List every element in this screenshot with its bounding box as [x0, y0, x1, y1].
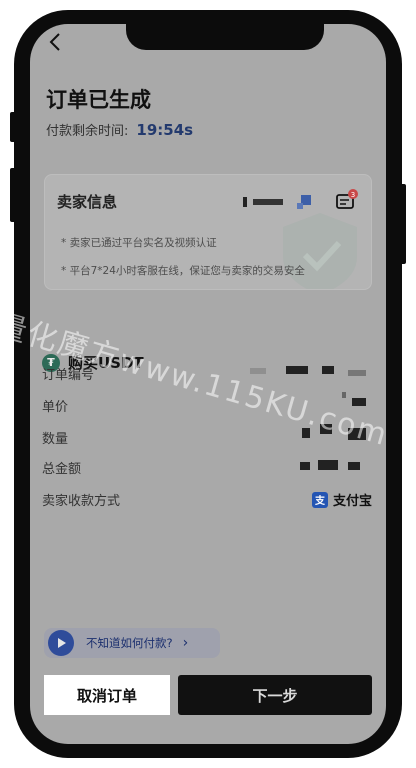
play-icon — [48, 630, 74, 656]
phone-notch — [126, 24, 324, 50]
masked-seller-badge — [297, 203, 303, 209]
seller-info-title: 卖家信息 — [57, 193, 118, 211]
payment-help-button[interactable]: 不知道如何付款? › — [44, 628, 220, 658]
phone-side-button-right — [400, 184, 406, 264]
page-title: 订单已生成 — [46, 88, 151, 112]
unit-price-label: 单价 — [42, 400, 69, 415]
masked-unit-price — [352, 398, 366, 406]
alipay-icon: 支 — [312, 491, 328, 508]
masked-order-number — [286, 366, 308, 374]
payment-timer: 付款剩余时间: 19:54s — [46, 120, 193, 139]
total-amount-label: 总金额 — [42, 462, 82, 477]
timer-value: 19:54s — [136, 121, 194, 139]
masked-total — [348, 462, 360, 470]
chevron-right-icon: › — [182, 635, 189, 651]
phone-side-button-left — [10, 168, 16, 222]
timer-label: 付款剩余时间: — [46, 124, 129, 139]
masked-order-number — [322, 366, 334, 374]
masked-quantity — [320, 424, 332, 434]
masked-unit-price — [342, 392, 346, 398]
masked-quantity — [302, 428, 310, 438]
back-icon[interactable] — [44, 30, 68, 54]
masked-seller-name — [243, 197, 247, 207]
cancel-order-button[interactable]: 取消订单 — [44, 675, 170, 715]
masked-seller-name — [253, 199, 283, 205]
payment-method-label: 卖家收款方式 — [42, 494, 121, 509]
order-number-label: 订单编号 — [42, 368, 95, 383]
payment-method-value: 支 支付宝 — [312, 490, 372, 509]
payment-method-text: 支付宝 — [333, 494, 373, 509]
masked-total — [300, 462, 310, 470]
quantity-label: 数量 — [42, 432, 69, 447]
app-screen: 订单已生成 付款剩余时间: 19:54s 卖家信息 3 * 卖家已通过平台实名及视… — [30, 24, 386, 744]
masked-order-number — [250, 368, 266, 374]
masked-quantity — [348, 428, 366, 440]
masked-order-number — [348, 370, 366, 376]
message-badge-count: 3 — [351, 191, 355, 199]
seller-verified-note: * 卖家已通过平台实名及视频认证 — [61, 237, 217, 249]
masked-total — [318, 460, 338, 470]
phone-side-button-left — [10, 112, 16, 142]
payment-help-text: 不知道如何付款? — [86, 636, 173, 650]
seller-info-card: 卖家信息 3 * 卖家已通过平台实名及视频认证 * 平台7*24小时客服在线，保… — [44, 174, 372, 290]
message-icon[interactable]: 3 — [335, 189, 359, 213]
seller-service-note: * 平台7*24小时客服在线，保证您与卖家的交易安全 — [61, 265, 305, 277]
next-step-button[interactable]: 下一步 — [178, 675, 372, 715]
